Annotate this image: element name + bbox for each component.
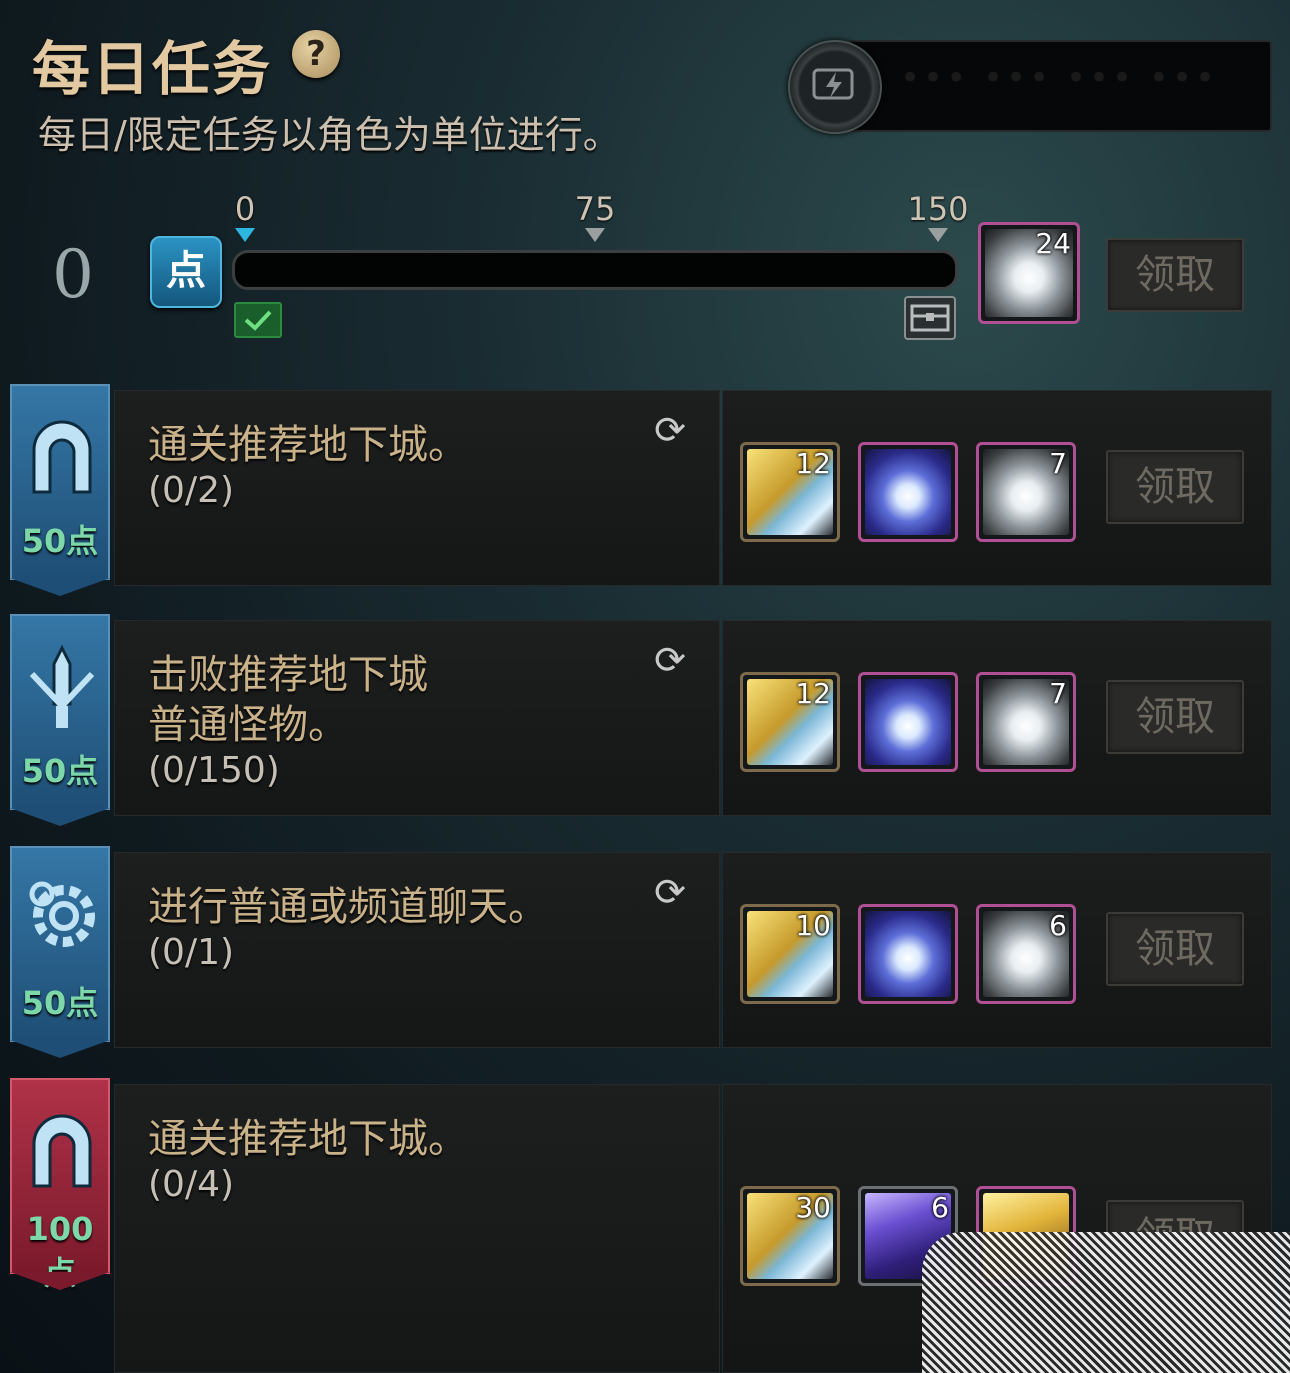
quest-points-ribbon: 50点	[10, 614, 110, 826]
quest-points-label: 100点	[26, 1210, 94, 1292]
reward-count: 6	[1049, 909, 1067, 942]
refresh-icon[interactable]: ⟳	[650, 872, 690, 912]
quest-points-label: 50点	[21, 522, 99, 560]
refresh-icon[interactable]: ⟳	[650, 410, 690, 450]
help-icon[interactable]: ?	[292, 30, 340, 78]
quest-progress: (0/2)	[148, 470, 235, 511]
quest-description-line1: 通关推荐地下城。	[148, 1116, 468, 1162]
star-orb-icon	[865, 911, 951, 997]
points-progress-bar	[232, 250, 958, 290]
reward-count: 10	[795, 909, 831, 942]
quest-points-ribbon: 100点	[10, 1078, 110, 1292]
reward-count: 7	[1049, 677, 1067, 710]
tick-label-75: 75	[574, 190, 616, 228]
quest-progress: (0/150)	[148, 750, 280, 791]
reward-slot[interactable]	[858, 904, 958, 1004]
quest-claim-button[interactable]: 领取	[1106, 450, 1244, 524]
tick-marker-75	[585, 228, 605, 242]
reward-count: 7	[1049, 447, 1067, 480]
quest-row: 50点 通关推荐地下城。 (0/2) ⟳ 12 7 领取	[10, 384, 1272, 596]
reward-slot[interactable]: 7	[976, 442, 1076, 542]
quest-points-ribbon: 50点	[10, 846, 110, 1058]
reward-count: 30	[795, 1191, 831, 1224]
quest-description-line1: 通关推荐地下城。	[148, 422, 468, 468]
quest-row: 50点 击败推荐地下城 普通怪物。 (0/150) ⟳ 12 7 领取	[10, 614, 1272, 826]
quest-points-ribbon: 50点	[10, 384, 110, 596]
quest-row: 50点 进行普通或频道聊天。 (0/1) ⟳ 10 6 领取	[10, 846, 1272, 1058]
reward-slot[interactable]: 7	[976, 672, 1076, 772]
tick-marker-150	[928, 228, 948, 242]
reward-slot[interactable]: 12	[740, 442, 840, 542]
page-title: 每日任务	[32, 35, 273, 103]
reward-slot[interactable]: 6	[976, 904, 1076, 1004]
star-orb-icon	[865, 679, 951, 765]
points-badge-icon: 点	[150, 236, 222, 308]
quest-points-label: 50点	[21, 752, 99, 790]
quest-description-line1: 击败推荐地下城	[148, 652, 428, 698]
quest-description: 击败推荐地下城 普通怪物。	[148, 650, 428, 750]
quest-description: 通关推荐地下城。	[148, 420, 468, 470]
quest-progress: (0/4)	[148, 1164, 235, 1205]
milestone-claim-button[interactable]: 领取	[1106, 238, 1244, 312]
quest-description: 进行普通或频道聊天。	[148, 882, 548, 932]
reward-count: 12	[795, 677, 831, 710]
treasure-chest-icon	[904, 296, 956, 340]
refresh-icon[interactable]: ⟳	[650, 640, 690, 680]
reward-slot[interactable]: 10	[740, 904, 840, 1004]
tick-marker-0	[235, 228, 255, 242]
milestone-reward-slot[interactable]: 24	[978, 222, 1080, 324]
noise-overlay	[922, 1232, 1290, 1373]
quest-description-line1: 进行普通或频道聊天。	[148, 884, 548, 930]
star-orb-icon	[865, 449, 951, 535]
reward-slot[interactable]: 12	[740, 672, 840, 772]
points-value: 0	[52, 236, 94, 313]
tick-label-0: 0	[234, 190, 256, 228]
tick-label-150: 150	[907, 190, 969, 228]
fatigue-lightning-icon	[788, 40, 882, 134]
quest-claim-button[interactable]: 领取	[1106, 680, 1244, 754]
reward-slot[interactable]	[858, 672, 958, 772]
reward-count: 24	[1035, 227, 1071, 260]
reward-count: 6	[931, 1191, 949, 1224]
fatigue-value-masked: ••• ••• ••• •••	[900, 58, 1219, 98]
quest-points-label: 50点	[21, 984, 99, 1022]
reward-count: 12	[795, 447, 831, 480]
checkbox-checked-icon	[234, 302, 282, 338]
page-subtitle: 每日/限定任务以角色为单位进行。	[38, 113, 621, 157]
quest-description: 通关推荐地下城。	[148, 1114, 468, 1164]
reward-slot[interactable]	[858, 442, 958, 542]
quest-description-line2: 普通怪物。	[148, 702, 348, 748]
reward-slot[interactable]: 30	[740, 1186, 840, 1286]
quest-claim-button[interactable]: 领取	[1106, 912, 1244, 986]
quest-progress: (0/1)	[148, 932, 235, 973]
